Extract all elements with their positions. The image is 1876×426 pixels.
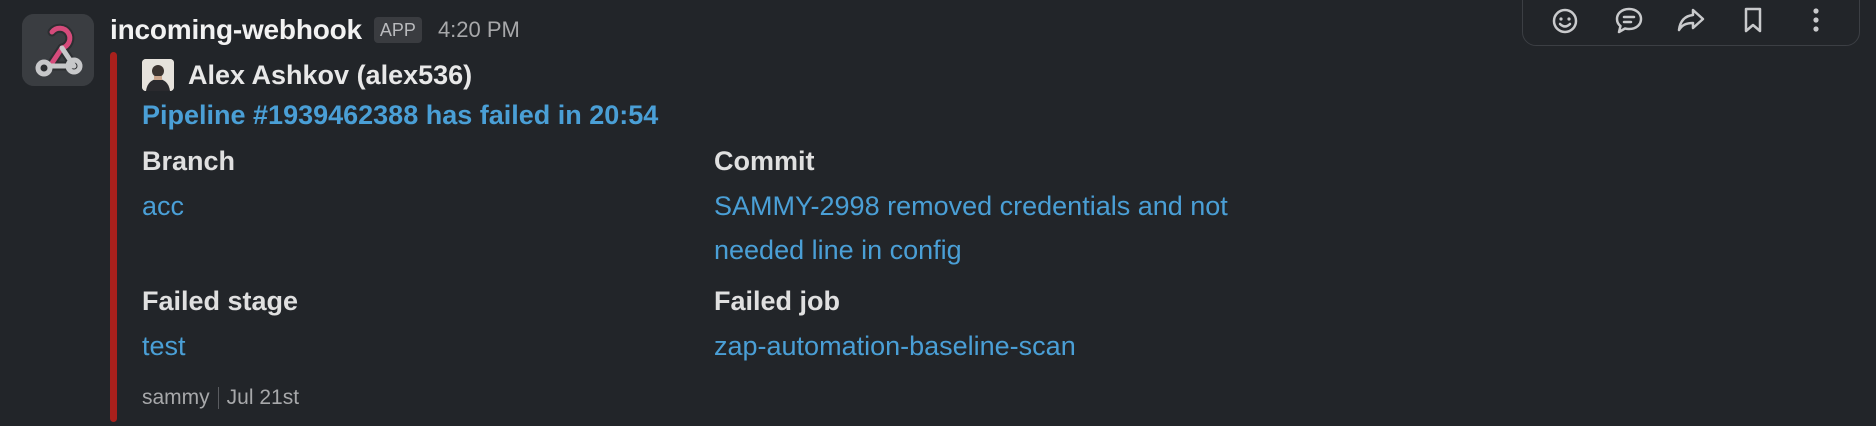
sender-name[interactable]: incoming-webhook — [110, 14, 362, 46]
emoji-reaction-icon — [1552, 8, 1578, 34]
webhook-icon — [22, 14, 94, 86]
message-actions-toolbar — [1522, 0, 1860, 46]
author-name[interactable]: Alex Ashkov (alex536) — [188, 60, 472, 91]
failed-job-label: Failed job — [714, 286, 841, 316]
more-actions-icon — [1813, 8, 1819, 32]
reply-in-thread-button[interactable] — [1608, 0, 1650, 41]
message-row: incoming-webhook APP 4:20 PM Alex Ashkov… — [0, 0, 1876, 426]
bookmark-icon — [1745, 7, 1762, 33]
share-message-button[interactable] — [1670, 0, 1712, 41]
share-forward-icon — [1677, 8, 1705, 32]
commit-link-line1[interactable]: SAMMY-2998 removed credentials and not — [714, 184, 1228, 228]
commit-label: Commit — [714, 146, 815, 176]
footer-separator — [217, 387, 219, 409]
reply-thread-icon — [1615, 7, 1642, 34]
attachment-author: Alex Ashkov (alex536) — [142, 56, 472, 94]
message-attachment: Alex Ashkov (alex536) Pipeline #19394623… — [110, 52, 1310, 422]
attachment-color-bar — [110, 52, 117, 422]
app-badge: APP — [373, 17, 422, 43]
footer-date[interactable]: Jul 21st — [227, 386, 299, 410]
commit-link-line2[interactable]: needed line in config — [714, 228, 962, 272]
webhook-avatar[interactable] — [22, 14, 94, 86]
add-reaction-button[interactable] — [1545, 0, 1587, 41]
more-actions-button[interactable] — [1795, 0, 1837, 41]
author-avatar[interactable] — [142, 59, 174, 91]
failed-stage-label: Failed stage — [142, 286, 299, 316]
branch-label: Branch — [142, 146, 236, 176]
message-timestamp[interactable]: 4:20 PM — [438, 17, 520, 43]
pipeline-title-link[interactable]: Pipeline #1939462388 has failed in 20:54 — [142, 100, 658, 131]
branch-link[interactable]: acc — [142, 184, 184, 228]
save-for-later-button[interactable] — [1732, 0, 1774, 41]
failed-stage-link[interactable]: test — [142, 324, 186, 368]
person-icon — [142, 59, 174, 91]
message-header: incoming-webhook APP 4:20 PM — [110, 10, 520, 50]
attachment-footer: sammy Jul 21st — [142, 386, 299, 410]
footer-source: sammy — [142, 386, 210, 409]
failed-job-link[interactable]: zap-automation-baseline-scan — [714, 324, 1076, 368]
